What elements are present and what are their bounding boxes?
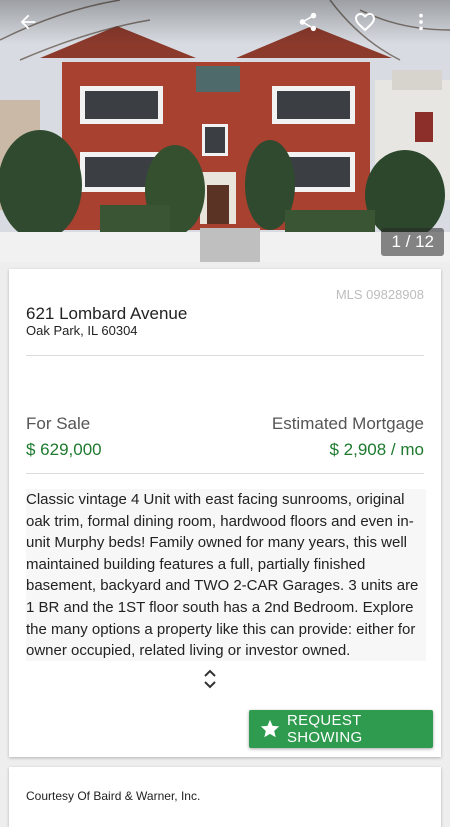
listing-card: MLS 09828908 621 Lombard Avenue Oak Park…: [9, 269, 441, 757]
top-app-bar: [0, 0, 450, 44]
share-button[interactable]: [292, 6, 324, 38]
status-label: For Sale: [26, 414, 91, 433]
back-button[interactable]: [12, 6, 44, 38]
request-showing-button[interactable]: REQUEST SHOWING: [249, 710, 433, 748]
star-icon: [259, 718, 281, 740]
listing-photo[interactable]: 1 / 12: [0, 0, 450, 262]
courtesy-card: Courtesy Of Baird & Warner, Inc.: [9, 767, 441, 827]
listing-courtesy: Courtesy Of Baird & Warner, Inc.: [26, 789, 201, 803]
mortgage-label: Estimated Mortgage: [271, 414, 424, 433]
heart-outline-icon: [355, 13, 375, 32]
favorite-button[interactable]: [349, 6, 381, 38]
more-options-button[interactable]: [405, 6, 437, 38]
divider: [26, 473, 424, 474]
more-vert-icon: [419, 13, 423, 31]
arrow-back-icon: [20, 14, 36, 30]
listing-city: Oak Park, IL 60304: [26, 323, 138, 338]
share-icon: [299, 12, 317, 32]
listing-price: $ 629,000: [26, 440, 102, 459]
divider: [26, 355, 424, 356]
mls-number: MLS 09828908: [335, 287, 424, 302]
request-showing-label: REQUEST SHOWING: [287, 712, 363, 746]
listing-description: Classic vintage 4 Unit with east facing …: [26, 489, 426, 661]
expand-description-button[interactable]: [201, 669, 219, 689]
photo-counter: 1 / 12: [381, 228, 444, 256]
listing-address: 621 Lombard Avenue: [26, 304, 188, 323]
mortgage-value: $ 2,908 / mo: [329, 440, 424, 459]
expand-chevrons-icon: [204, 669, 216, 689]
